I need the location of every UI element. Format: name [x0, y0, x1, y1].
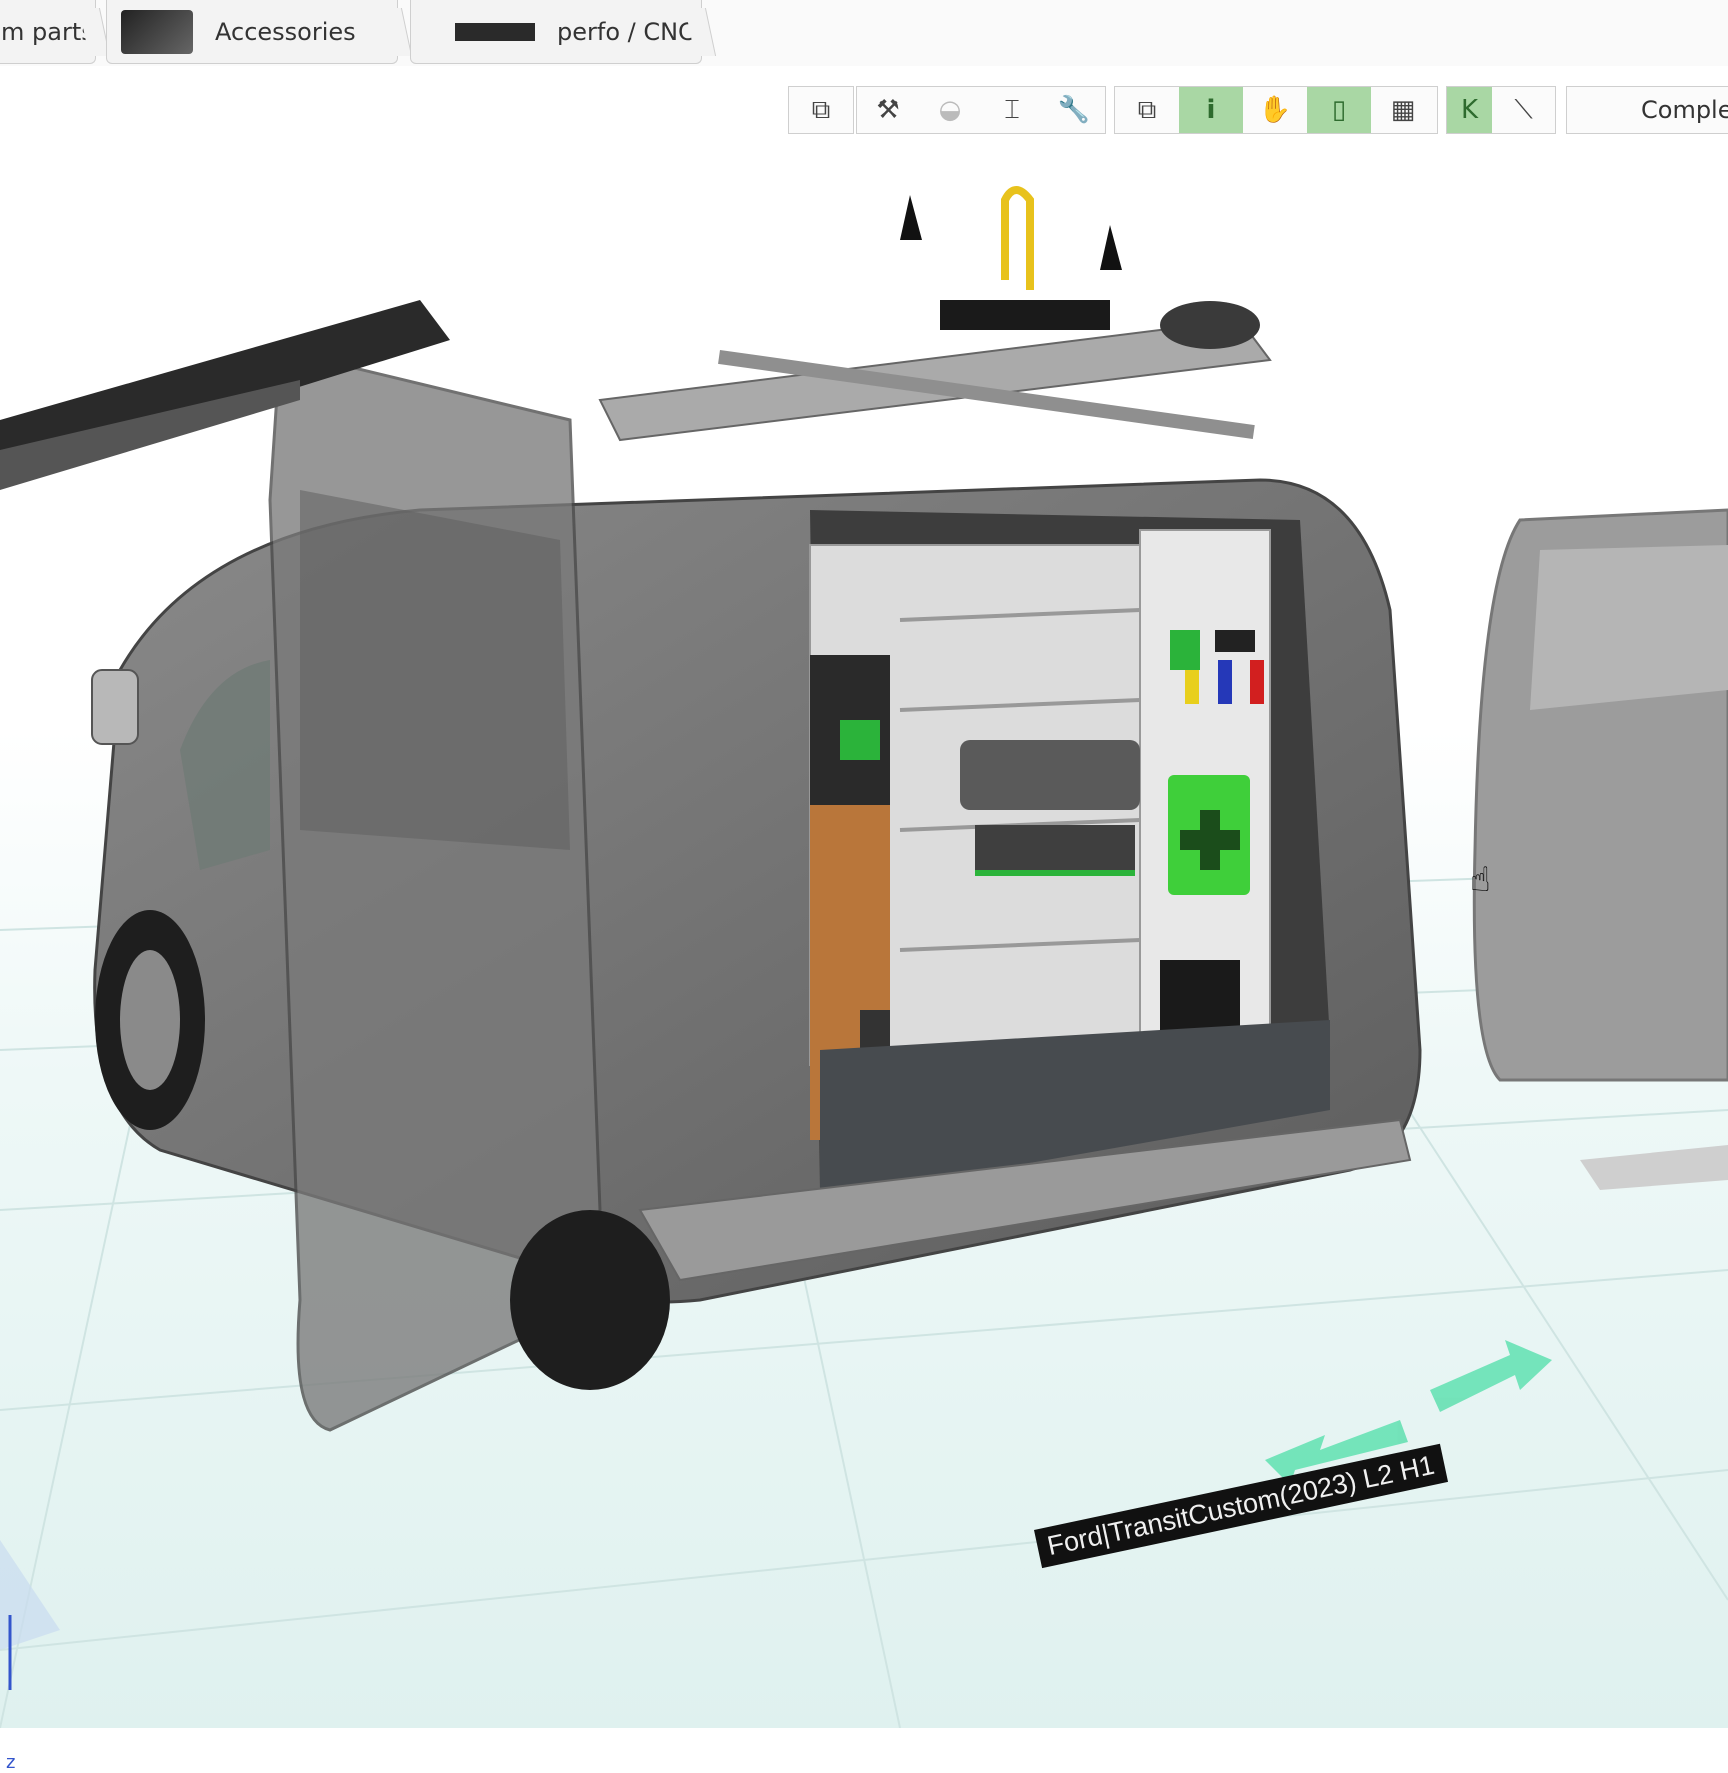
- hand-cursor-icon: ☝: [1470, 860, 1491, 900]
- breadcrumb-tabs: m parts Accessories perfo / CNC: [0, 0, 1728, 66]
- tools-icon[interactable]: ⚒: [857, 87, 919, 133]
- tab-accessories[interactable]: Accessories: [106, 0, 398, 64]
- scene-render: [0, 186, 1728, 1728]
- extinguisher-icon[interactable]: ▯: [1307, 87, 1371, 133]
- layers-icon[interactable]: ⧉: [1115, 87, 1179, 133]
- grid-panel-icon[interactable]: ▦: [1371, 87, 1435, 133]
- axis-z-label: z: [6, 1752, 16, 1773]
- 3d-viewport[interactable]: Ford|TransitCustom(2023) L2 H1 z ☝: [0, 150, 1728, 1773]
- roof-rack: [0, 186, 1272, 490]
- tab-parts-label: m parts: [1, 17, 94, 46]
- copy-icon[interactable]: ⧉: [789, 87, 853, 133]
- viewer-toolbar: ⧉ ⚒ ◒ ⌶ 🔧 ⧉ i ✋ ▯ ▦ K ⟍: [0, 86, 1728, 136]
- toolbar-group-4: K ⟍: [1446, 86, 1556, 134]
- tab-parts[interactable]: m parts: [0, 0, 96, 64]
- tab-perfo-label: perfo / CNC: [557, 17, 695, 46]
- toolbar-group-3: ⧉ i ✋ ▯ ▦: [1114, 86, 1438, 134]
- info-icon[interactable]: i: [1179, 87, 1243, 133]
- rear-wheel: [510, 1210, 670, 1390]
- accessories-thumbnail-icon: [121, 9, 193, 54]
- ladder-icon[interactable]: ⌶: [981, 87, 1043, 133]
- tab-accessories-label: Accessories: [215, 17, 356, 46]
- view-mode-label: Comple: [1641, 96, 1728, 124]
- helmet-icon[interactable]: ◒: [919, 87, 981, 133]
- perfo-thumbnail-icon: [455, 22, 535, 41]
- hand-icon[interactable]: ✋: [1243, 87, 1307, 133]
- toolbar-group-1: ⧉: [788, 86, 854, 134]
- k-icon[interactable]: K: [1447, 87, 1493, 133]
- wrench-icon[interactable]: 🔧: [1043, 87, 1105, 133]
- measure-icon[interactable]: ⟍: [1492, 87, 1555, 133]
- view-mode-select[interactable]: Comple: [1566, 86, 1728, 134]
- toolbar-group-2: ⚒ ◒ ⌶ 🔧: [856, 86, 1106, 134]
- tab-perfo-cnc[interactable]: perfo / CNC: [410, 0, 702, 64]
